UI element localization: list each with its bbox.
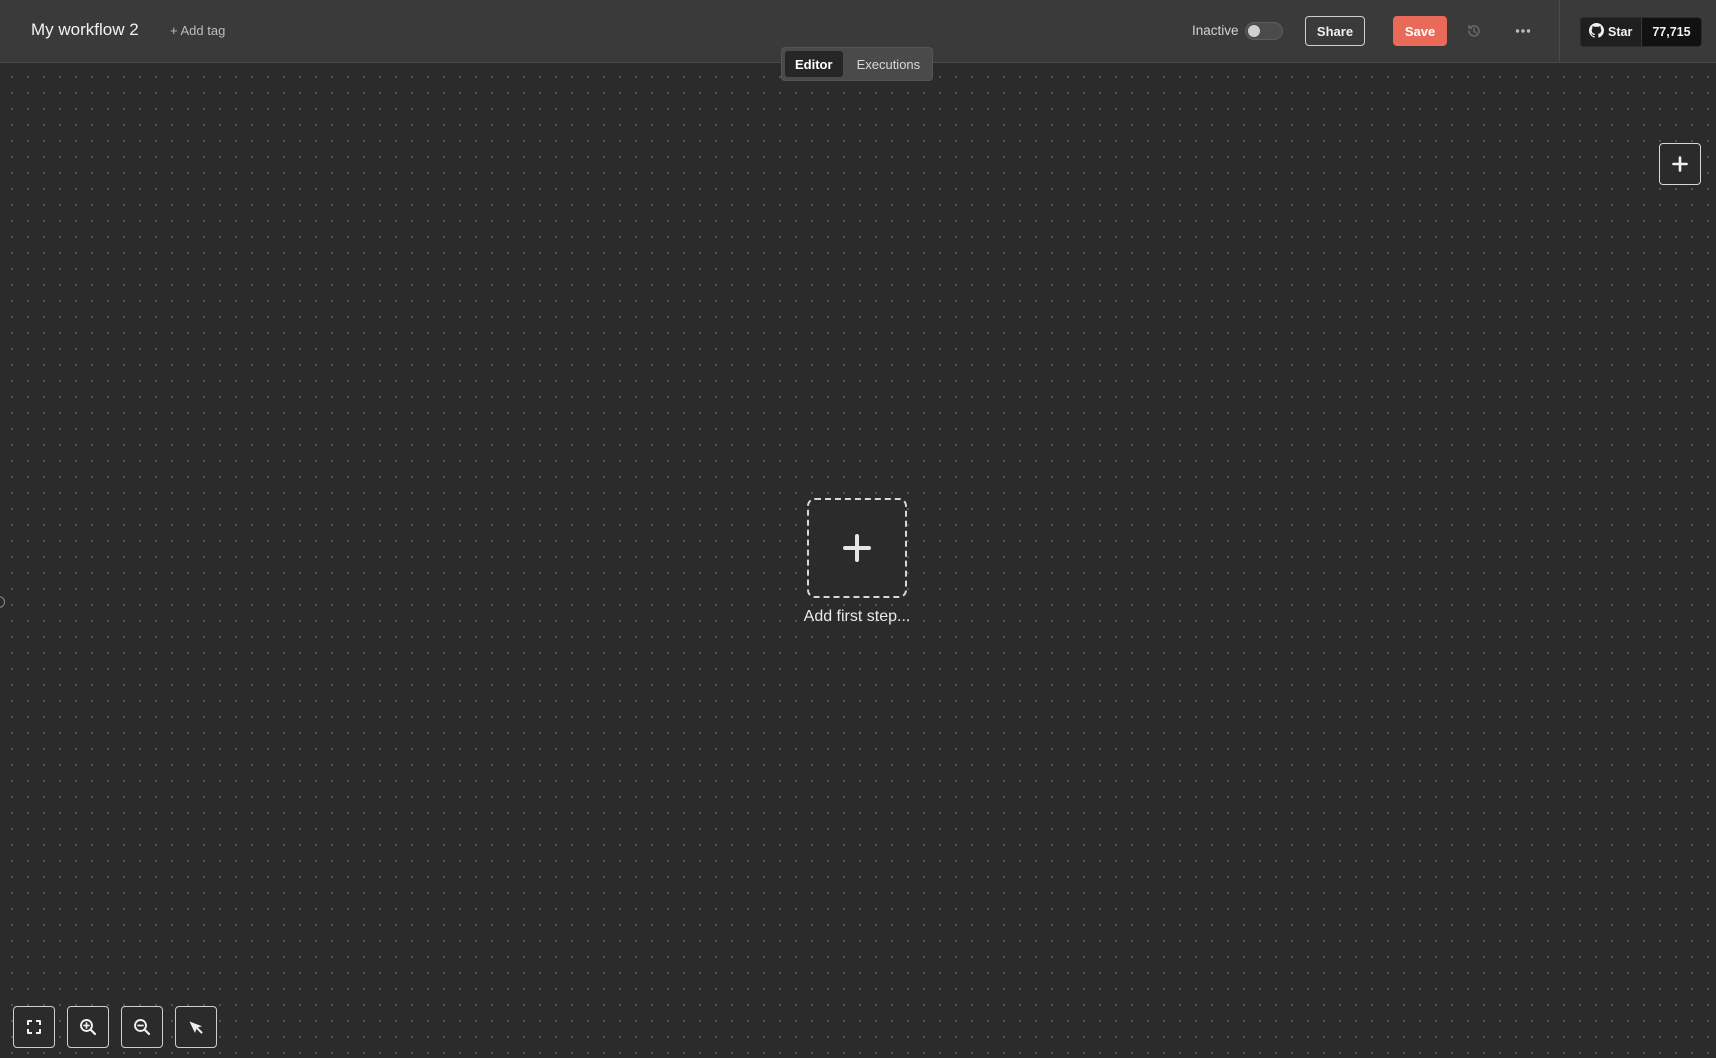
reset-zoom-icon bbox=[189, 1021, 203, 1034]
header-divider bbox=[1559, 0, 1560, 63]
more-options-icon[interactable] bbox=[1514, 22, 1532, 40]
reset-zoom-button[interactable] bbox=[175, 1006, 217, 1048]
plus-icon bbox=[1672, 156, 1688, 172]
add-first-step-label: Add first step... bbox=[803, 608, 911, 625]
github-star-count[interactable]: 77,715 bbox=[1641, 18, 1701, 46]
canvas-edge-handle[interactable] bbox=[0, 596, 5, 608]
history-icon[interactable] bbox=[1465, 22, 1483, 40]
tab-executions[interactable]: Executions bbox=[847, 51, 931, 77]
tab-editor[interactable]: Editor bbox=[785, 51, 843, 77]
github-icon bbox=[1589, 23, 1604, 41]
github-star-button[interactable]: Star 77,715 bbox=[1580, 17, 1702, 47]
zoom-in-button[interactable] bbox=[67, 1006, 109, 1048]
toggle-knob bbox=[1248, 25, 1260, 37]
add-first-step-button[interactable] bbox=[807, 498, 907, 598]
active-toggle[interactable] bbox=[1245, 22, 1283, 40]
zoom-in-icon bbox=[80, 1019, 97, 1036]
save-button[interactable]: Save bbox=[1393, 16, 1447, 46]
status-label: Inactive bbox=[1192, 23, 1239, 38]
fit-view-button[interactable] bbox=[13, 1006, 55, 1048]
workflow-editor: My workflow 2 + Add tag Inactive Share S… bbox=[0, 0, 1716, 1058]
view-tabs: Editor Executions bbox=[781, 47, 933, 81]
zoom-out-button[interactable] bbox=[121, 1006, 163, 1048]
workflow-title[interactable]: My workflow 2 bbox=[31, 20, 139, 40]
zoom-out-icon bbox=[134, 1019, 151, 1036]
add-tag-button[interactable]: + Add tag bbox=[170, 23, 225, 38]
plus-icon bbox=[843, 534, 871, 562]
github-star-left: Star bbox=[1581, 18, 1642, 46]
github-star-label: Star bbox=[1608, 25, 1633, 39]
fit-view-icon bbox=[27, 1020, 41, 1034]
open-nodes-panel-button[interactable] bbox=[1659, 143, 1701, 185]
share-button[interactable]: Share bbox=[1305, 16, 1365, 46]
